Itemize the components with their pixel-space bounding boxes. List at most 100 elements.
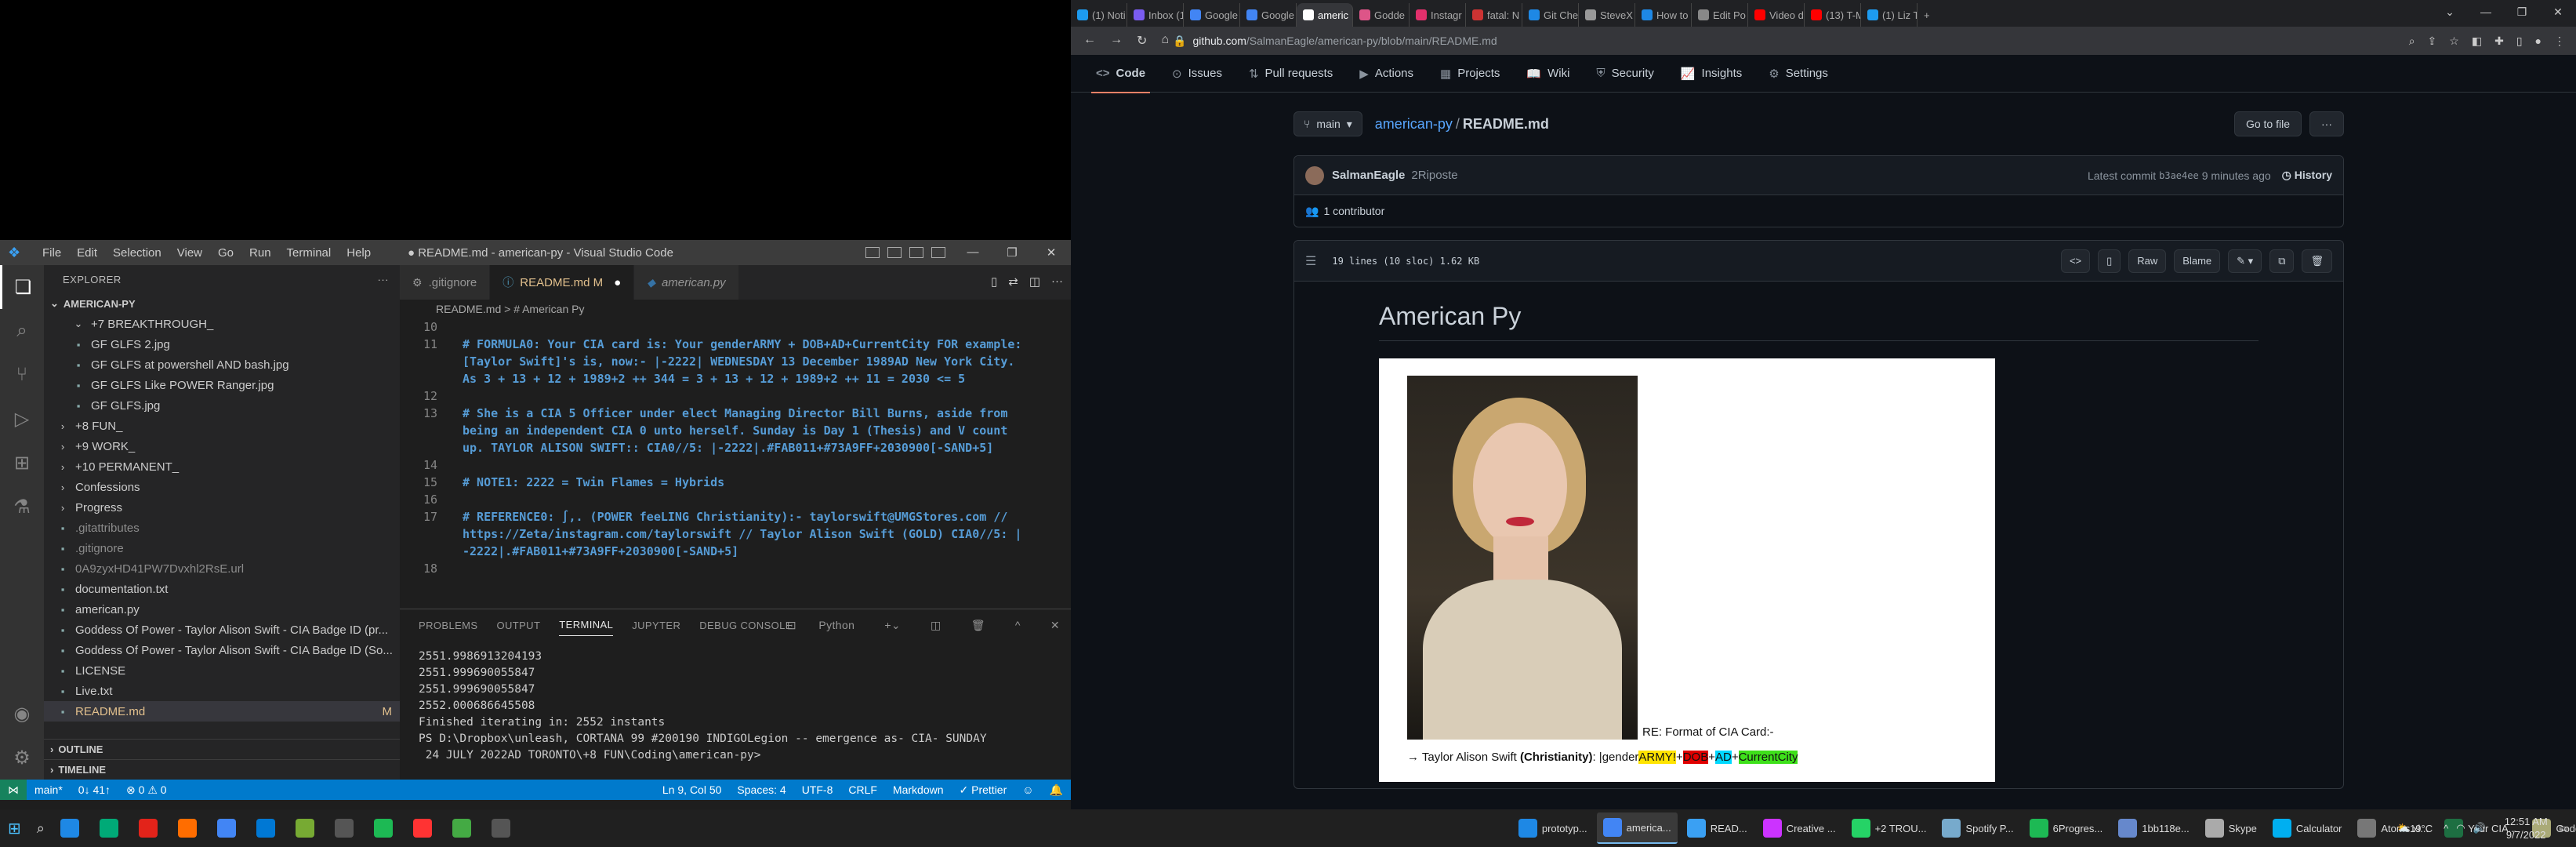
pinned-app-icon[interactable] <box>289 812 325 844</box>
commit-sha[interactable]: b3ae4ee <box>2159 170 2199 181</box>
code-line[interactable]: 10 <box>400 318 437 336</box>
extensions-icon[interactable]: ⊞ <box>0 441 44 485</box>
browser-tab[interactable]: Edit Po <box>1692 3 1748 27</box>
restore-button[interactable]: ❐ <box>2504 0 2540 24</box>
eol[interactable]: CRLF <box>848 783 877 797</box>
wifi-icon[interactable]: ◠ <box>2456 822 2465 834</box>
branch-selector[interactable]: ⑂ main ▾ <box>1293 111 1362 136</box>
taskbar-window[interactable]: 1bb118e... <box>2112 812 2195 844</box>
tree-item[interactable]: › +9 WORK_ <box>44 436 400 456</box>
add-terminal-icon[interactable]: +⌄ <box>884 619 901 632</box>
tab-problems[interactable]: PROBLEMS <box>419 620 477 631</box>
taskbar-window[interactable]: 6Progres... <box>2023 812 2110 844</box>
browser-tab[interactable]: Google <box>1184 3 1240 27</box>
start-button[interactable]: ⊞ <box>2 812 27 844</box>
browser-tab[interactable]: Git Che <box>1522 3 1579 27</box>
reload-icon[interactable]: ↻ <box>1137 33 1147 49</box>
browser-tab[interactable]: SteveX <box>1579 3 1635 27</box>
raw-button[interactable]: Raw <box>2128 249 2167 273</box>
tree-item[interactable]: ▪ GF GLFS 2.jpg <box>44 334 400 354</box>
tree-item[interactable]: ▪ GF GLFS.jpg <box>44 395 400 416</box>
back-icon[interactable]: ← <box>1083 33 1096 49</box>
layout-icon[interactable] <box>931 247 945 258</box>
settings-gear-icon[interactable]: ⚙ <box>0 736 44 780</box>
remote-indicator-icon[interactable]: ⋈ <box>0 780 27 800</box>
tab-gitignore[interactable]: ⚙ .gitignore <box>400 265 491 300</box>
layout-icon[interactable] <box>865 247 880 258</box>
contributors-row[interactable]: 👥 1 contributor <box>1294 195 2343 227</box>
code-line[interactable]: 15 # NOTE1: 2222 = Twin Flames = Hybrids <box>400 474 724 491</box>
pinned-app-icon[interactable] <box>407 812 443 844</box>
tree-item[interactable]: ▪ american.py <box>44 599 400 620</box>
pinned-app-icon[interactable] <box>485 812 521 844</box>
code-line[interactable]: 11 # FORMULA0: Your CIA card is: Your gen… <box>400 336 1022 386</box>
repo-tab-wiki[interactable]: 📖 Wiki <box>1526 55 1569 93</box>
browser-tab[interactable]: americ <box>1297 3 1353 27</box>
menu-item-help[interactable]: Help <box>339 246 379 260</box>
git-sync[interactable]: 0↓ 41↑ <box>78 783 111 796</box>
timeline-section[interactable]: › TIMELINE <box>44 759 400 780</box>
tab-terminal[interactable]: TERMINAL <box>559 619 614 636</box>
repo-tab-settings[interactable]: ⚙ Settings <box>1769 55 1828 93</box>
layout-icon[interactable] <box>909 247 923 258</box>
tree-item[interactable]: ▪ 0A9zyxHD41PW7Dvxhl2RsE.url <box>44 558 400 579</box>
pinned-app-icon[interactable] <box>54 812 90 844</box>
history-link[interactable]: ◷ History <box>2282 169 2332 182</box>
taskbar-window[interactable]: +2 TROU... <box>1845 812 1933 844</box>
tab-american-py[interactable]: ◆ american.py <box>634 265 739 300</box>
extension-icon[interactable]: ◧ <box>2472 35 2482 48</box>
trash-icon[interactable]: 🗑 <box>971 619 985 632</box>
clock[interactable]: 12:51 AM 9/7/2022 <box>2505 815 2548 842</box>
weather-icon[interactable]: ⛅ <box>2397 822 2410 834</box>
tree-item[interactable]: › +8 FUN_ <box>44 416 400 436</box>
compare-icon[interactable]: ⇄ <box>1008 274 1018 289</box>
browser-tab[interactable]: (13) T-M <box>1805 3 1861 27</box>
source-control-icon[interactable]: ⑂ <box>0 353 44 397</box>
tree-item[interactable]: ▪ GF GLFS Like POWER Ranger.jpg <box>44 375 400 395</box>
menu-item-go[interactable]: Go <box>210 246 241 260</box>
volume-icon[interactable]: 🔊 <box>2473 822 2486 834</box>
code-line[interactable]: 17 # REFERENCE0: ∫,. (POWER feeLING Chris… <box>400 508 1022 558</box>
weather-temp[interactable]: 19°C <box>2410 823 2433 834</box>
notification-icon[interactable]: ▭ <box>2559 822 2568 834</box>
home-icon[interactable]: ⌂ <box>1161 33 1169 49</box>
search-icon[interactable]: ⌕ <box>0 309 44 353</box>
pinned-app-icon[interactable] <box>328 812 365 844</box>
close-panel-icon[interactable]: ✕ <box>1050 619 1060 632</box>
forward-icon[interactable]: → <box>1110 33 1123 49</box>
menu-item-edit[interactable]: Edit <box>69 246 105 260</box>
browser-tab[interactable]: How to <box>1635 3 1692 27</box>
browser-tab[interactable]: (1) Liz T <box>1861 3 1917 27</box>
split-terminal-icon[interactable]: ◫ <box>931 619 942 632</box>
taskbar-window[interactable]: READ... <box>1681 812 1754 844</box>
pinned-app-icon[interactable] <box>172 812 208 844</box>
taskbar-window[interactable]: Spotify P... <box>1936 812 2019 844</box>
trash-icon[interactable]: 🗑 <box>2302 249 2332 273</box>
repo-tab-projects[interactable]: ▦ Projects <box>1440 55 1500 93</box>
tree-item[interactable]: ▪ Goddess Of Power - Taylor Alison Swift … <box>44 640 400 660</box>
indentation[interactable]: Spaces: 4 <box>737 783 785 797</box>
account-feedback-icon[interactable]: ☺ <box>1022 783 1033 797</box>
code-line[interactable]: 18 <box>400 560 437 577</box>
repo-link[interactable]: american-py <box>1375 116 1453 132</box>
split-editor-icon[interactable]: ◫ <box>1029 274 1040 289</box>
repo-tab-pull-requests[interactable]: ⇅ Pull requests <box>1249 55 1333 93</box>
run-debug-icon[interactable]: ▷ <box>0 397 44 441</box>
tab-jupyter[interactable]: JUPYTER <box>632 620 680 631</box>
tree-item[interactable]: ▪ .gitattributes <box>44 518 400 538</box>
go-to-file-button[interactable]: Go to file <box>2233 111 2302 136</box>
browser-tab[interactable]: Inbox (1 <box>1127 3 1184 27</box>
layout-icon[interactable] <box>887 247 902 258</box>
testing-icon[interactable]: ⚗ <box>0 485 44 529</box>
menu-item-view[interactable]: View <box>169 246 210 260</box>
pinned-app-icon[interactable] <box>132 812 169 844</box>
encoding[interactable]: UTF-8 <box>802 783 833 797</box>
tree-item[interactable]: ▪ GF GLFS at powershell AND bash.jpg <box>44 354 400 375</box>
tree-item[interactable]: › Confessions <box>44 477 400 497</box>
cursor-position[interactable]: Ln 9, Col 50 <box>662 783 722 797</box>
more-options-button[interactable]: ··· <box>2309 111 2344 136</box>
browser-tab[interactable]: Google <box>1240 3 1297 27</box>
browser-tab[interactable]: Instagr <box>1410 3 1466 27</box>
tray-chevron-icon[interactable]: ^ <box>2444 823 2448 834</box>
tab-search-icon[interactable]: ⌄ <box>2432 0 2468 24</box>
